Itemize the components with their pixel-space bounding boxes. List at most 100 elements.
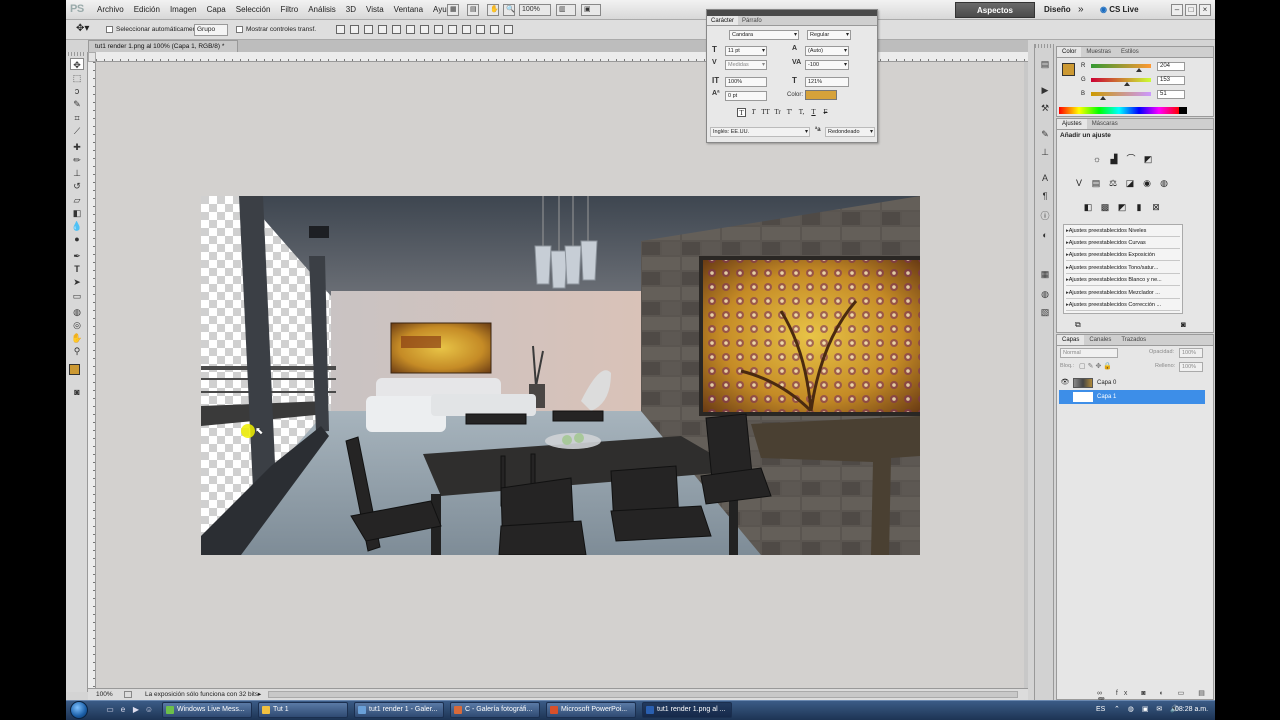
character-panel-icon[interactable]: A <box>1038 172 1052 185</box>
menu-seleccion[interactable]: Selección <box>231 0 276 20</box>
color-ramp[interactable] <box>1059 107 1179 114</box>
align-left-icon[interactable] <box>378 25 387 34</box>
taskbar-button-photoshop[interactable]: tut1 render 1.png al ... <box>642 702 732 718</box>
brushes-panel-icon[interactable]: ✎ <box>1038 128 1052 141</box>
auto-select-checkbox[interactable] <box>106 26 113 33</box>
red-slider-knob[interactable] <box>1136 68 1142 72</box>
tab-color[interactable]: Color <box>1057 47 1082 57</box>
green-value-field[interactable]: 153 <box>1157 76 1185 85</box>
show-desktop-icon[interactable]: ▭ <box>105 705 115 715</box>
zoom-tool-icon[interactable]: ⚲ <box>70 345 84 357</box>
eraser-tool-icon[interactable]: ▱ <box>70 194 84 206</box>
horizontal-scale-field[interactable]: 121% <box>805 77 849 87</box>
levels-icon[interactable]: ▟ <box>1108 153 1120 165</box>
dock-grip[interactable] <box>1035 44 1053 48</box>
language-select[interactable]: Inglés: EE.UU. <box>710 127 810 137</box>
vertical-ruler[interactable] <box>88 62 96 688</box>
font-size-field[interactable]: 11 pt <box>725 46 767 56</box>
document-tab[interactable]: tut1 render 1.png al 100% (Capa 1, RGB/8… <box>88 40 238 52</box>
hand-icon[interactable]: ✋ <box>487 4 499 16</box>
history-brush-tool-icon[interactable]: ↺ <box>70 180 84 192</box>
vertical-scale-field[interactable]: 100% <box>725 77 767 87</box>
adjustment-options-icon[interactable]: ◙ <box>1181 320 1186 329</box>
info-panel-icon[interactable]: ⓘ <box>1038 210 1052 223</box>
distribute-bottom-icon[interactable] <box>448 25 457 34</box>
actions-panel-icon[interactable]: ▶ <box>1038 84 1052 97</box>
green-slider-knob[interactable] <box>1124 82 1130 86</box>
gradient-tool-icon[interactable]: ◧ <box>70 207 84 219</box>
quick-mask-icon[interactable]: ◙ <box>70 386 84 398</box>
menu-3d[interactable]: 3D <box>341 0 361 20</box>
preset-item[interactable]: Ajustes preestablecidos Niveles <box>1066 226 1180 237</box>
3d-panel-icon[interactable]: ▦ <box>1038 268 1052 281</box>
menu-analisis[interactable]: Análisis <box>303 0 341 20</box>
menu-filtro[interactable]: Filtro <box>275 0 303 20</box>
preset-item[interactable]: Ajustes preestablecidos Exposición <box>1066 250 1180 261</box>
distribute-vcenter-icon[interactable] <box>434 25 443 34</box>
vibrance-icon[interactable]: V <box>1073 177 1085 189</box>
menu-imagen[interactable]: Imagen <box>165 0 202 20</box>
blue-value-field[interactable]: 51 <box>1157 90 1185 99</box>
marquee-tool-icon[interactable]: ⬚ <box>70 72 84 84</box>
layer-row[interactable]: 👁 Capa 0 <box>1059 376 1205 390</box>
lock-icons[interactable]: ▢✎✥🔒 <box>1079 362 1114 370</box>
baseline-shift-field[interactable]: 0 pt <box>725 91 767 101</box>
tab-layers[interactable]: Capas <box>1057 335 1085 345</box>
selective-color-icon[interactable]: ⊠ <box>1150 201 1162 213</box>
pen-tool-icon[interactable]: ✒ <box>70 250 84 262</box>
tab-masks[interactable]: Máscaras <box>1087 119 1123 129</box>
auto-select-dropdown[interactable]: Grupo <box>194 24 228 36</box>
all-caps-icon[interactable]: TT <box>761 108 770 117</box>
brush-tool-icon[interactable]: ✏ <box>70 154 84 166</box>
fill-field[interactable]: 100% <box>1179 362 1203 372</box>
invert-icon[interactable]: ◧ <box>1082 201 1094 213</box>
healing-brush-tool-icon[interactable]: ✚ <box>70 141 84 153</box>
black-white-icon[interactable]: ◪ <box>1124 177 1136 189</box>
clone-stamp-tool-icon[interactable]: ⊥ <box>70 167 84 179</box>
status-doc-icon[interactable] <box>124 691 132 698</box>
ie-icon[interactable]: e <box>118 705 128 715</box>
green-slider[interactable] <box>1091 78 1151 82</box>
faux-italic-icon[interactable]: T <box>749 108 758 117</box>
subscript-icon[interactable]: T, <box>797 108 806 117</box>
distribute-hcenter-icon[interactable] <box>476 25 485 34</box>
minimize-button[interactable]: – <box>1171 4 1183 16</box>
type-tool-icon[interactable]: T <box>70 263 84 275</box>
taskbar-button-tut1[interactable]: Tut 1 <box>258 702 348 718</box>
blue-slider-knob[interactable] <box>1100 96 1106 100</box>
color-ramp-black[interactable] <box>1179 107 1187 114</box>
clock[interactable]: 08:28 a.m. <box>1175 700 1208 720</box>
curves-icon[interactable]: ⌒ <box>1125 153 1137 165</box>
taskbar-button-powerpoint[interactable]: Microsoft PowerPoi... <box>546 702 636 718</box>
crop-tool-icon[interactable]: ⌗ <box>70 112 84 124</box>
posterize-icon[interactable]: ▩ <box>1099 201 1111 213</box>
hand-tool-icon[interactable]: ✋ <box>70 332 84 344</box>
menu-ventana[interactable]: Ventana <box>389 0 428 20</box>
align-vcenter-icon[interactable] <box>350 25 359 34</box>
foreground-color-swatch[interactable] <box>69 364 80 375</box>
preset-item[interactable]: Ajustes preestablecidos Corrección ... <box>1066 300 1180 311</box>
status-zoom[interactable]: 100% <box>96 689 113 700</box>
eyedropper-tool-icon[interactable]: ⟋ <box>70 125 84 137</box>
navigator-panel-icon[interactable]: ◐ <box>1038 229 1052 242</box>
preset-item[interactable]: Ajustes preestablecidos Curvas <box>1066 238 1180 249</box>
more-workspaces-button[interactable]: » <box>1078 0 1084 20</box>
strikethrough-icon[interactable]: F <box>821 108 830 117</box>
faux-bold-icon[interactable]: T <box>737 108 746 117</box>
close-button[interactable]: × <box>1199 4 1211 16</box>
zoom-icon[interactable]: 🔍 <box>503 4 515 16</box>
messenger-quick-icon[interactable]: ☺ <box>144 705 154 715</box>
opacity-field[interactable]: 100% <box>1179 348 1203 358</box>
screen-mode-icon[interactable]: ▣ <box>581 4 601 16</box>
preset-item[interactable]: Ajustes preestablecidos Blanco y ne... <box>1066 275 1180 286</box>
threshold-icon[interactable]: ◩ <box>1116 201 1128 213</box>
red-slider[interactable] <box>1091 64 1151 68</box>
align-right-icon[interactable] <box>406 25 415 34</box>
zoom-level-select[interactable]: 100% <box>519 4 551 16</box>
language-indicator[interactable]: ES <box>1096 700 1105 720</box>
shape-tool-icon[interactable]: ▭ <box>70 290 84 302</box>
start-button[interactable] <box>70 701 88 719</box>
taskbar-button-gallery-2[interactable]: C - Galería fotográfi... <box>450 702 540 718</box>
preset-item[interactable]: Ajustes preestablecidos Mezclador ... <box>1066 288 1180 299</box>
tab-character[interactable]: Carácter <box>707 16 739 25</box>
